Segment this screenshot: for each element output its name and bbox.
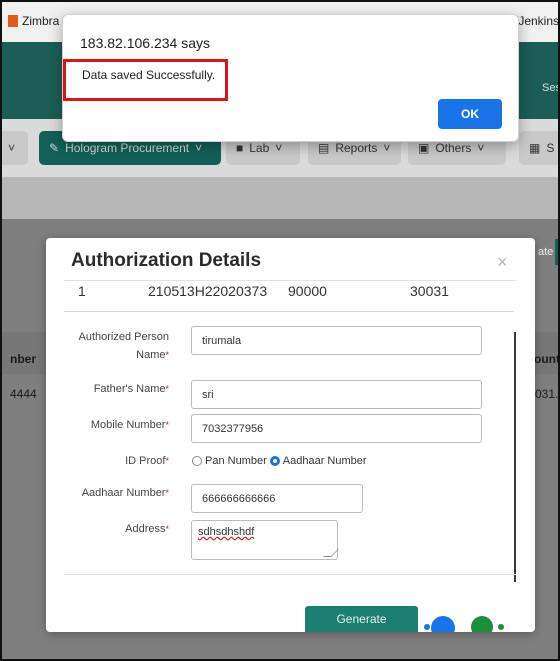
required-mark: * [165,524,169,534]
mobile-number-label: Mobile Number* [64,416,169,434]
radio-aadhaar-number[interactable] [269,456,280,466]
tab-zimbra[interactable]: Zimbra [8,14,59,28]
peek-cell-sno: 1 [78,283,86,299]
id-proof-label: ID Proof* [64,452,169,470]
close-icon[interactable]: × [497,252,508,273]
mobile-number-label-text: Mobile Number [90,419,166,431]
father-name-input[interactable]: sri [191,380,482,409]
menu-others-label: Others [435,141,472,155]
zimbra-favicon-icon [8,15,18,27]
others-icon: ▣ [418,141,430,155]
screenshot-frame: Zimbra [Jenkins Ses ˅ ✎ Hologram Procure… [0,0,560,661]
tab-zimbra-label: Zimbra [22,14,60,28]
generate-button[interactable]: Generate [305,606,418,632]
session-label: Ses [542,82,560,94]
address-label-text: Address [125,523,166,535]
table-cell-number: 4444 [10,387,37,401]
menu-s[interactable]: ▦ S [519,131,558,165]
address-textarea[interactable]: sdhsdhshdf [191,520,339,560]
radio-aadhaar-label: Aadhaar Number [282,455,367,467]
father-name-label-text: Father's Name [93,383,166,395]
authorization-details-modal: Authorization Details × 1 210513H2202037… [46,238,535,632]
menu-left-dropdown[interactable]: ˅ [2,131,28,165]
loading-dot-green-icon [471,616,493,632]
address-value: sdhsdhshdf [198,526,255,538]
id-proof-label-text: ID Proof [125,455,166,467]
id-proof-radio-group: Pan Number Aadhaar Number [192,455,367,467]
lab-icon: ■ [236,141,244,155]
alert-ok-button[interactable]: OK [438,99,502,129]
peek-cell-qty: 90000 [288,283,327,299]
loading-dot-blue-icon [431,616,455,632]
address-label: Address* [64,520,169,538]
menu-lab-label: Lab [249,141,270,155]
required-mark: * [165,488,169,498]
tab-jenkins[interactable]: [Jenkins [515,14,558,28]
required-mark: * [165,456,169,466]
aadhaar-number-label-text: Aadhaar Number [81,487,166,499]
peek-cell-code: 210513H22020373 [148,283,268,299]
table-header-amount: ount( [534,352,560,366]
loading-dot-small-icon [424,624,430,630]
date-label: ate [538,246,554,258]
authorized-person-input[interactable]: tirumala [191,326,482,355]
radio-pan-number[interactable] [192,456,202,466]
menu-hologram-label: Hologram Procurement [65,141,190,155]
table-row: 1 210513H22020373 90000 30031 [64,282,514,312]
radio-pan-label: Pan Number [205,455,267,467]
date-button[interactable] [555,239,558,265]
chevron-down-icon: ˅ [195,141,203,155]
loading-dot-small-icon [498,624,504,630]
alert-title: 183.82.106.234 says [80,35,210,51]
menu-reports-label: Reports [335,141,378,155]
modal-footer-divider [64,574,516,575]
aadhaar-number-label: Aadhaar Number* [64,484,169,502]
pencil-icon: ✎ [49,141,60,155]
modal-divider [64,280,516,281]
father-name-label: Father's Name* [64,380,169,398]
authorized-person-label-text: Authorized Person Name [78,331,170,361]
browser-alert-dialog: 183.82.106.234 says Data saved Successfu… [62,14,519,142]
alert-message: Data saved Successfully. [63,59,228,101]
table-cell-amount: 031.0 [535,387,559,401]
chevron-down-icon: ˅ [383,141,391,155]
modal-title: Authorization Details [71,250,262,271]
table-header-number: nber [10,352,37,366]
required-mark: * [165,350,169,360]
reports-icon: ▤ [318,141,330,155]
aadhaar-number-input[interactable]: 666666666666 [191,484,363,513]
document-icon: ▦ [529,141,541,155]
peek-cell-amount: 30031 [410,283,449,299]
chevron-down-icon: ˅ [275,141,283,155]
chevron-down-icon: ˅ [8,141,16,155]
required-mark: * [165,420,169,430]
menu-s-label: S [546,141,555,155]
authorized-person-label: Authorized Person Name* [64,328,170,364]
toolbar-strip [2,177,558,219]
modal-scrollbar[interactable] [514,332,516,582]
resize-grip-icon[interactable] [323,549,339,557]
required-mark: * [165,384,169,394]
mobile-number-input[interactable]: 7032377956 [191,414,482,443]
chevron-down-icon: ˅ [477,141,485,155]
